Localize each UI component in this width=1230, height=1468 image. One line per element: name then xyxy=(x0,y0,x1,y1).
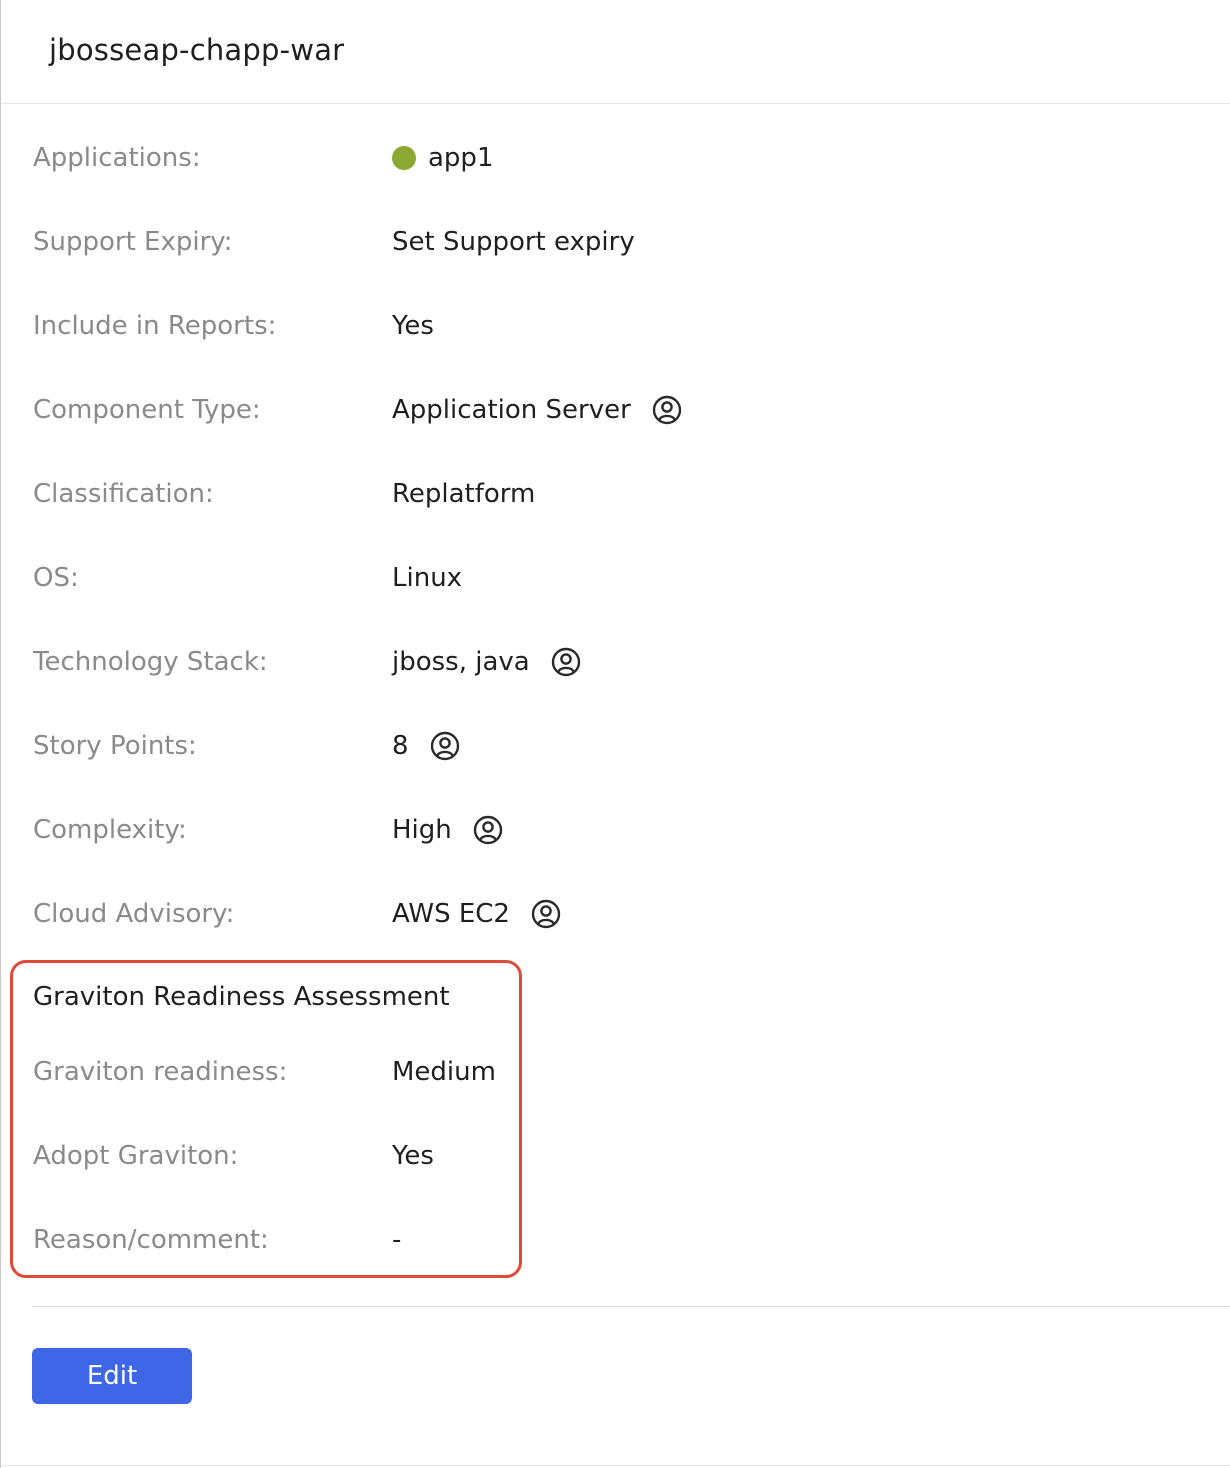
field-row-story-points: Story Points: 8 xyxy=(1,726,1230,766)
complexity-text: High xyxy=(392,815,452,845)
field-value-reason-comment: - xyxy=(392,1225,402,1255)
field-label-classification: Classification: xyxy=(33,479,214,509)
field-row-technology-stack: Technology Stack: jboss, java xyxy=(1,642,1230,682)
field-row-include-in-reports: Include in Reports: Yes xyxy=(1,306,1230,346)
field-row-complexity: Complexity: High xyxy=(1,810,1230,850)
field-label-technology-stack: Technology Stack: xyxy=(33,647,268,677)
field-label-include-in-reports: Include in Reports: xyxy=(33,311,277,341)
technology-stack-text: jboss, java xyxy=(392,647,530,677)
page-title: jbosseap-chapp-war xyxy=(49,33,345,67)
field-label-reason-comment: Reason/comment: xyxy=(33,1225,269,1255)
field-label-applications: Applications: xyxy=(33,143,201,173)
panel-header: jbosseap-chapp-war xyxy=(1,0,1230,104)
story-points-text: 8 xyxy=(392,731,409,761)
details-panel: jbosseap-chapp-war Applications: app1 Su… xyxy=(0,0,1230,1468)
field-label-graviton-readiness: Graviton readiness: xyxy=(33,1057,288,1087)
field-value-os: Linux xyxy=(392,563,463,593)
field-label-complexity: Complexity: xyxy=(33,815,187,845)
footer-divider xyxy=(33,1306,1230,1307)
field-row-adopt-graviton: Adopt Graviton: Yes xyxy=(1,1136,1230,1176)
field-value-story-points: 8 xyxy=(392,726,461,766)
user-circle-icon[interactable] xyxy=(429,730,461,762)
field-label-story-points: Story Points: xyxy=(33,731,197,761)
field-row-cloud-advisory: Cloud Advisory: AWS EC2 xyxy=(1,894,1230,934)
field-label-support-expiry: Support Expiry: xyxy=(33,227,233,257)
user-circle-icon[interactable] xyxy=(651,394,683,426)
edit-button[interactable]: Edit xyxy=(32,1348,192,1404)
field-value-component-type: Application Server xyxy=(392,390,683,430)
user-circle-icon[interactable] xyxy=(530,898,562,930)
set-support-expiry-link[interactable]: Set Support expiry xyxy=(392,222,635,262)
status-dot-icon xyxy=(392,146,416,170)
field-label-cloud-advisory: Cloud Advisory: xyxy=(33,899,235,929)
field-row-os: OS: Linux xyxy=(1,558,1230,598)
field-value-complexity: High xyxy=(392,810,504,850)
field-value-graviton-readiness: Medium xyxy=(392,1057,496,1087)
field-value-cloud-advisory: AWS EC2 xyxy=(392,894,562,934)
field-value-classification: Replatform xyxy=(392,479,536,509)
field-value-applications[interactable]: app1 xyxy=(392,138,493,178)
field-row-applications: Applications: app1 xyxy=(1,138,1230,178)
field-label-adopt-graviton: Adopt Graviton: xyxy=(33,1141,239,1171)
field-label-os: OS: xyxy=(33,563,79,593)
user-circle-icon[interactable] xyxy=(550,646,582,678)
field-row-classification: Classification: Replatform xyxy=(1,474,1230,514)
field-row-reason-comment: Reason/comment: - xyxy=(1,1220,1230,1260)
field-value-technology-stack: jboss, java xyxy=(392,642,582,682)
field-value-include-in-reports: Yes xyxy=(392,311,434,341)
field-label-component-type: Component Type: xyxy=(33,395,261,425)
field-row-component-type: Component Type: Application Server xyxy=(1,390,1230,430)
field-value-adopt-graviton: Yes xyxy=(392,1141,434,1171)
application-link[interactable]: app1 xyxy=(428,138,493,178)
field-row-graviton-readiness: Graviton readiness: Medium xyxy=(1,1052,1230,1092)
user-circle-icon[interactable] xyxy=(472,814,504,846)
cloud-advisory-text: AWS EC2 xyxy=(392,899,510,929)
graviton-section-title: Graviton Readiness Assessment xyxy=(33,982,450,1012)
component-type-text: Application Server xyxy=(392,395,631,425)
bottom-divider xyxy=(1,1465,1230,1466)
field-row-support-expiry: Support Expiry: Set Support expiry xyxy=(1,222,1230,262)
